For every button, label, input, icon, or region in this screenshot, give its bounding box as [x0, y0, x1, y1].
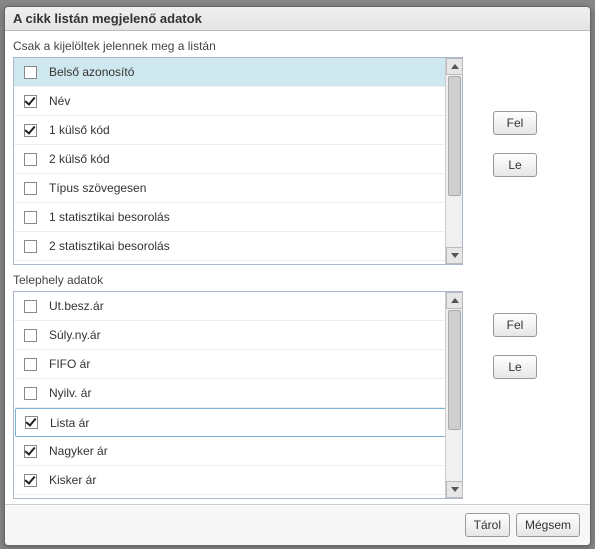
- checkbox-icon[interactable]: [24, 240, 37, 253]
- section2-label: Telephely adatok: [13, 273, 582, 287]
- list-item-label: 2 külső kód: [49, 152, 110, 166]
- chevron-up-icon: [451, 64, 459, 69]
- list-item-label: Nyilv. ár: [49, 386, 91, 400]
- section1-row: Belső azonosító Név 1 külső kód 2 külső kód…: [13, 57, 582, 265]
- list-item[interactable]: Típus szövegesen: [14, 174, 462, 203]
- list-item-label: FIFO ár: [49, 357, 90, 371]
- section2-row: Ut.besz.ár Súly.ny.ár FIFO ár Nyilv. ár List…: [13, 291, 582, 499]
- list-item-label: Típus szövegesen: [49, 181, 146, 195]
- checkbox-icon[interactable]: [24, 358, 37, 371]
- list-item[interactable]: 1 statisztikai besorolás: [14, 203, 462, 232]
- list-item-label: Belső azonosító: [49, 65, 134, 79]
- list-item[interactable]: Kisker ár: [14, 466, 462, 495]
- scroll-down-icon[interactable]: [446, 481, 463, 498]
- list-item-label: Lista ár: [50, 416, 89, 430]
- section1-label: Csak a kijelöltek jelennek meg a listán: [13, 39, 582, 53]
- move-down-button[interactable]: Le: [493, 153, 537, 177]
- list-item[interactable]: 2 statisztikai besorolás: [14, 232, 462, 261]
- section1-listbox: Belső azonosító Név 1 külső kód 2 külső kód…: [13, 57, 463, 265]
- list-item[interactable]: Súly.ny.ár: [14, 321, 462, 350]
- list-item-label: 1 statisztikai besorolás: [49, 210, 170, 224]
- scroll-up-icon[interactable]: [446, 292, 463, 309]
- dialog-footer: Tárol Mégsem: [5, 504, 590, 545]
- scroll-up-icon[interactable]: [446, 58, 463, 75]
- checkbox-icon[interactable]: [24, 445, 37, 458]
- section1-list[interactable]: Belső azonosító Név 1 külső kód 2 külső kód…: [14, 58, 462, 264]
- list-item[interactable]: Ut.besz.ár: [14, 292, 462, 321]
- checkbox-icon[interactable]: [24, 387, 37, 400]
- checkbox-icon[interactable]: [24, 66, 37, 79]
- dialog: A cikk listán megjelenő adatok Csak a ki…: [4, 6, 591, 546]
- checkbox-icon[interactable]: [24, 153, 37, 166]
- list-item-label: Kisker ár: [49, 473, 96, 487]
- chevron-down-icon: [451, 487, 459, 492]
- move-up-button[interactable]: Fel: [493, 313, 537, 337]
- scroll-thumb[interactable]: [448, 76, 461, 196]
- list-item-label: Név: [49, 94, 70, 108]
- section2-side-buttons: Fel Le: [493, 291, 537, 379]
- scroll-thumb[interactable]: [448, 310, 461, 430]
- checkbox-icon[interactable]: [24, 474, 37, 487]
- cancel-button[interactable]: Mégsem: [516, 513, 580, 537]
- move-down-button[interactable]: Le: [493, 355, 537, 379]
- list-item[interactable]: FIFO ár: [14, 350, 462, 379]
- move-up-button[interactable]: Fel: [493, 111, 537, 135]
- dialog-content: Csak a kijelöltek jelennek meg a listán …: [5, 31, 590, 504]
- list-item[interactable]: Név: [14, 87, 462, 116]
- save-button[interactable]: Tárol: [465, 513, 510, 537]
- list-item-label: Nagyker ár: [49, 444, 108, 458]
- section2-list[interactable]: Ut.besz.ár Súly.ny.ár FIFO ár Nyilv. ár List…: [14, 292, 462, 498]
- list-item[interactable]: Nagyker ár: [14, 437, 462, 466]
- list-item[interactable]: Lista ár: [15, 408, 461, 437]
- dialog-title: A cikk listán megjelenő adatok: [5, 7, 590, 31]
- list-item-label: Ut.besz.ár: [49, 299, 104, 313]
- section1-scrollbar[interactable]: [445, 58, 462, 264]
- section2-listbox: Ut.besz.ár Súly.ny.ár FIFO ár Nyilv. ár List…: [13, 291, 463, 499]
- section1-side-buttons: Fel Le: [493, 57, 537, 177]
- checkbox-icon[interactable]: [24, 211, 37, 224]
- list-item[interactable]: 1 külső kód: [14, 116, 462, 145]
- list-item-label: Súly.ny.ár: [49, 328, 101, 342]
- scroll-down-icon[interactable]: [446, 247, 463, 264]
- checkbox-icon[interactable]: [24, 95, 37, 108]
- checkbox-icon[interactable]: [24, 300, 37, 313]
- list-item-label: 2 statisztikai besorolás: [49, 239, 170, 253]
- checkbox-icon[interactable]: [25, 416, 38, 429]
- section2-scrollbar[interactable]: [445, 292, 462, 498]
- checkbox-icon[interactable]: [24, 182, 37, 195]
- checkbox-icon[interactable]: [24, 124, 37, 137]
- list-item[interactable]: Nyilv. ár: [14, 379, 462, 408]
- list-item[interactable]: 2 külső kód: [14, 145, 462, 174]
- chevron-down-icon: [451, 253, 459, 258]
- list-item-label: 1 külső kód: [49, 123, 110, 137]
- checkbox-icon[interactable]: [24, 329, 37, 342]
- chevron-up-icon: [451, 298, 459, 303]
- list-item[interactable]: Belső azonosító: [14, 58, 462, 87]
